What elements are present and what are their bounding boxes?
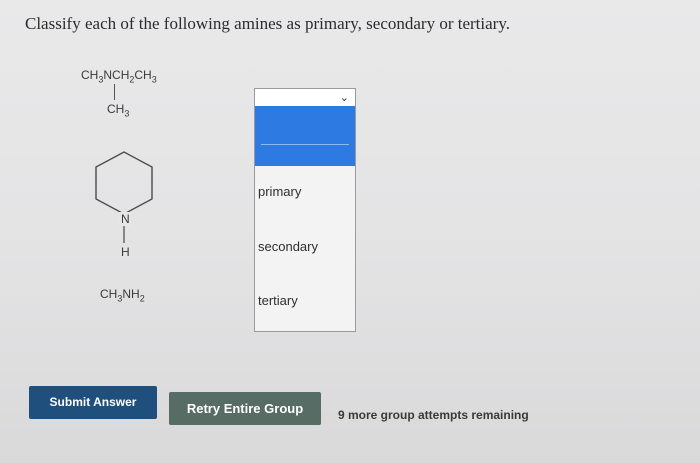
question-text: Classify each of the following amines as… xyxy=(25,14,510,33)
piperidine-n: N xyxy=(119,212,132,226)
classification-select[interactable]: ⌄ xyxy=(254,88,356,108)
compound-1-branch: CH3 xyxy=(107,102,130,119)
compound-1: CH3NCH2CH3 xyxy=(81,68,157,85)
compound-1-bond xyxy=(114,84,115,100)
chevron-down-icon[interactable]: ⌄ xyxy=(340,91,349,104)
submit-answer-button[interactable]: Submit Answer xyxy=(29,386,157,419)
dropdown-menu: primary secondary tertiary xyxy=(254,106,356,332)
compound-3: CH3NH2 xyxy=(100,287,145,304)
blank-option-line xyxy=(261,144,349,145)
attempts-remaining: 9 more group attempts remaining xyxy=(338,408,529,422)
dropdown-option-secondary[interactable]: secondary xyxy=(258,239,318,254)
dropdown-option-blank[interactable] xyxy=(255,106,355,166)
retry-group-button[interactable]: Retry Entire Group xyxy=(169,392,321,425)
dropdown-option-tertiary[interactable]: tertiary xyxy=(258,293,298,308)
dropdown-option-primary[interactable]: primary xyxy=(258,184,301,199)
piperidine-ring xyxy=(95,151,153,243)
piperidine-h: H xyxy=(119,245,132,259)
